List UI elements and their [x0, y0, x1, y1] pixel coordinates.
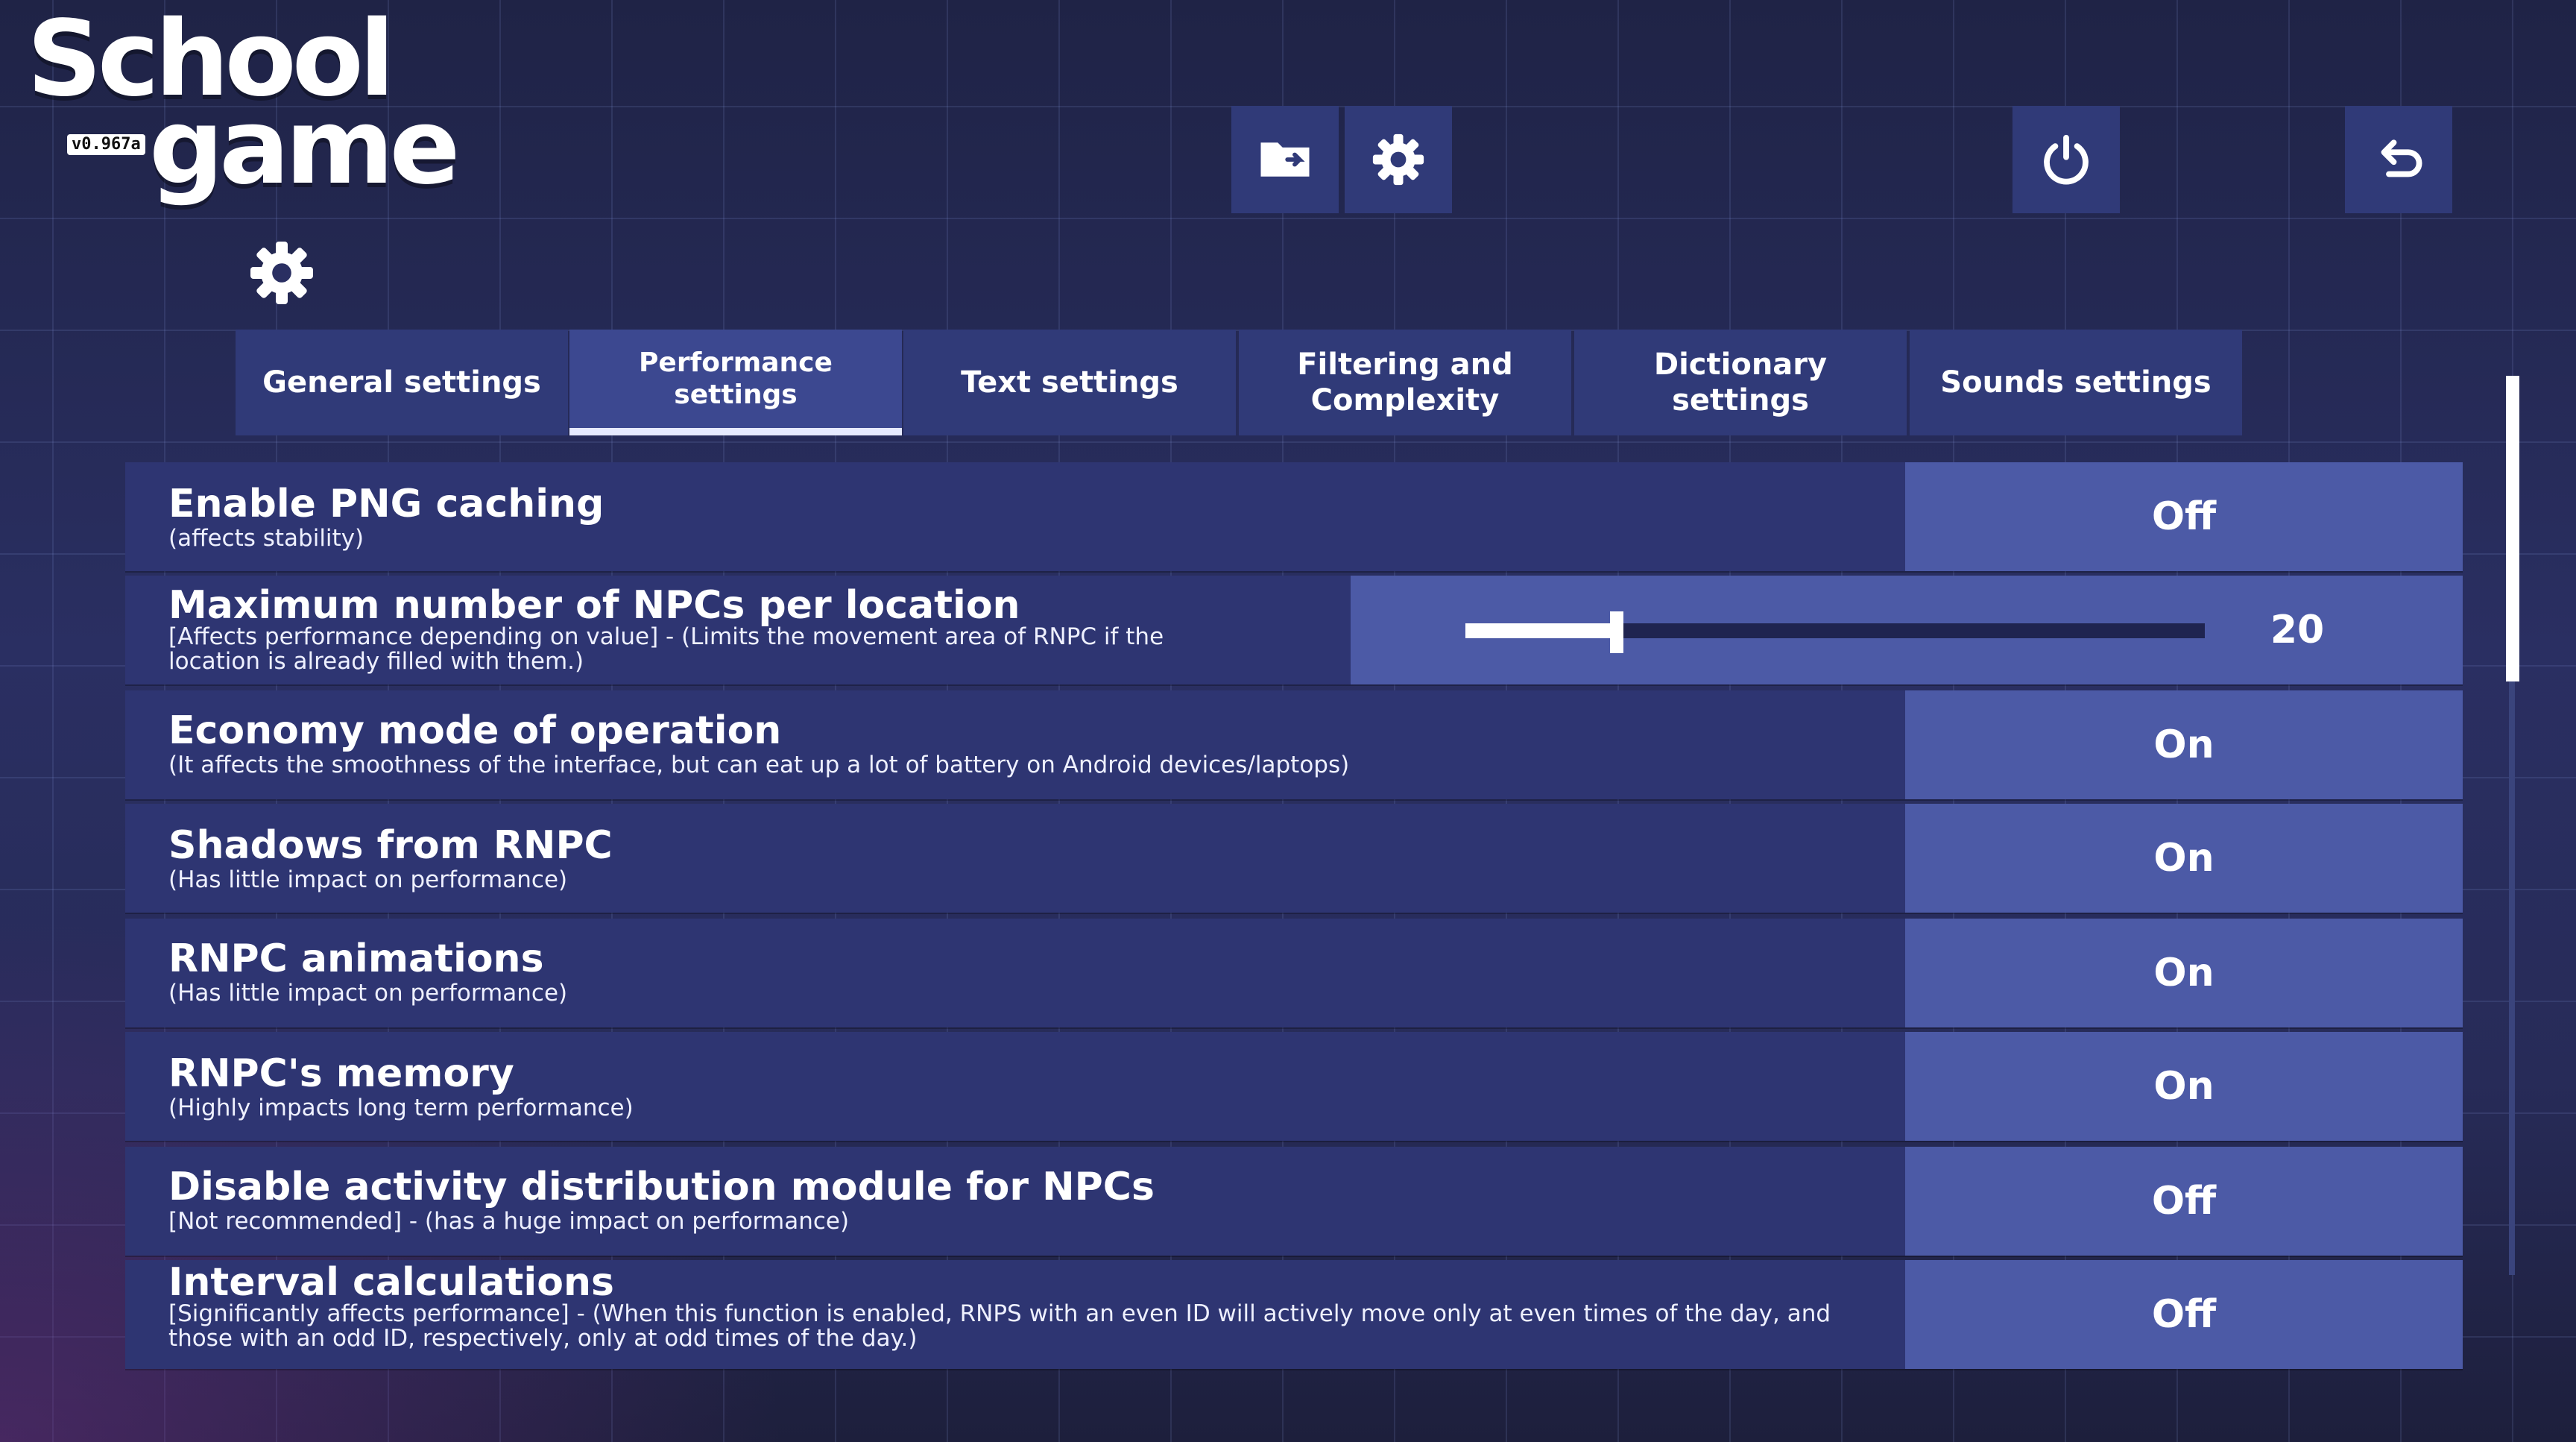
setting-description: [Affects performance depending on value]…: [168, 623, 1164, 676]
gear-icon: [250, 242, 313, 304]
setting-title: Enable PNG caching: [168, 482, 604, 526]
tab-general-settings[interactable]: General settings: [236, 330, 568, 435]
folder-arrow-icon: [1260, 142, 1310, 177]
setting-row-activity-module: Disable activity distribution module for…: [125, 1147, 2463, 1256]
setting-title: RNPC animations: [168, 936, 544, 981]
logo-text-game: game: [149, 86, 461, 208]
settings-button[interactable]: [1345, 106, 1452, 213]
power-icon: [2044, 134, 2089, 185]
setting-description: (affects stability): [168, 525, 364, 552]
scrollbar-thumb[interactable]: [2506, 376, 2519, 681]
tab-sounds-settings[interactable]: Sounds settings: [1910, 330, 2242, 435]
setting-row-economy-mode: Economy mode of operation (It affects th…: [125, 690, 2463, 799]
setting-title: Economy mode of operation: [168, 708, 782, 753]
setting-description: (Has little impact on performance): [168, 866, 568, 893]
setting-description: (Has little impact on performance): [168, 980, 568, 1007]
npc-count-slider-panel: 20: [1351, 576, 2463, 684]
undo-arrow-icon: [2381, 139, 2422, 177]
toggle-rnpc-memory[interactable]: On: [1905, 1032, 2463, 1141]
setting-description: (Highly impacts long term performance): [168, 1095, 634, 1121]
setting-title: Maximum number of NPCs per location: [168, 583, 1020, 628]
setting-title: Shadows from RNPC: [168, 823, 613, 868]
slider-value: 20: [2270, 608, 2325, 652]
setting-title: Interval calculations: [168, 1260, 614, 1305]
tab-filtering-complexity[interactable]: Filtering and Complexity: [1239, 330, 1571, 435]
setting-row-rnpc-memory: RNPC's memory (Highly impacts long term …: [125, 1032, 2463, 1141]
tab-performance-settings[interactable]: Performance settings: [569, 330, 902, 435]
toggle-rnpc-shadows[interactable]: On: [1905, 804, 2463, 913]
toggle-interval-calculations[interactable]: Off: [1905, 1260, 2463, 1369]
slider-fill: [1465, 623, 1617, 638]
toggle-rnpc-animations[interactable]: On: [1905, 919, 2463, 1027]
npc-count-slider[interactable]: [1465, 611, 2205, 653]
setting-title: Disable activity distribution module for…: [168, 1165, 1155, 1209]
setting-row-interval-calculations: Interval calculations [Significantly aff…: [125, 1260, 2463, 1369]
settings-section-icon: [246, 237, 318, 309]
toggle-activity-module[interactable]: Off: [1905, 1147, 2463, 1256]
power-button[interactable]: [2012, 106, 2120, 213]
saves-folder-button[interactable]: [1231, 106, 1339, 213]
setting-row-max-npcs: Maximum number of NPCs per location [Aff…: [125, 576, 2463, 684]
setting-row-rnpc-animations: RNPC animations (Has little impact on pe…: [125, 919, 2463, 1027]
setting-description: [Not recommended] - (has a huge impact o…: [168, 1208, 850, 1235]
tab-dictionary-settings[interactable]: Dictionary settings: [1574, 330, 1907, 435]
setting-row-png-caching: Enable PNG caching (affects stability) O…: [125, 462, 2463, 571]
tab-text-settings[interactable]: Text settings: [903, 330, 1236, 435]
version-badge: v0.967a: [67, 134, 145, 156]
setting-row-rnpc-shadows: Shadows from RNPC (Has little impact on …: [125, 804, 2463, 913]
setting-title: RNPC's memory: [168, 1051, 514, 1096]
setting-description: [Significantly affects performance] - (W…: [168, 1300, 1831, 1353]
gear-icon: [1372, 133, 1424, 186]
toggle-png-caching[interactable]: Off: [1905, 462, 2463, 571]
setting-description: (It affects the smoothness of the interf…: [168, 752, 1350, 778]
back-button[interactable]: [2345, 106, 2452, 213]
game-logo: School game v0.967a: [27, 7, 461, 201]
toggle-economy-mode[interactable]: On: [1905, 690, 2463, 799]
slider-thumb[interactable]: [1610, 611, 1624, 653]
